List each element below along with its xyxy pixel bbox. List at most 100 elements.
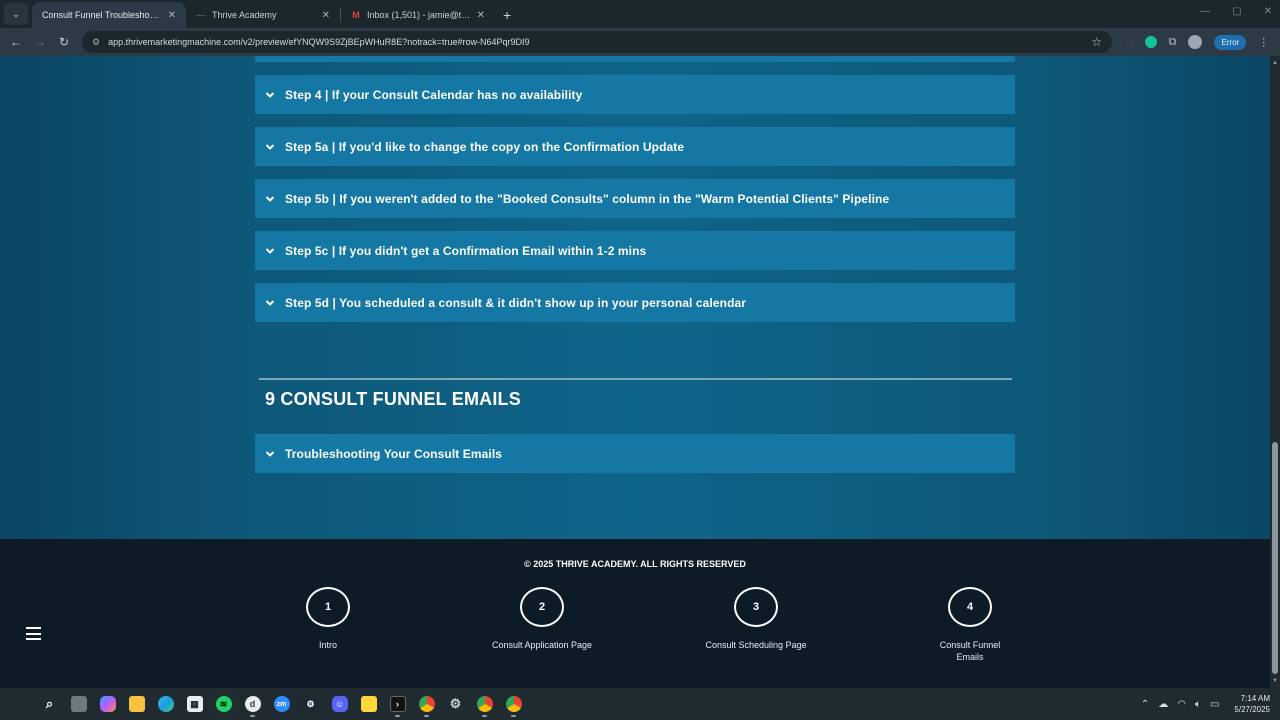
chevron-down-icon bbox=[265, 246, 275, 256]
dash-icon: — bbox=[196, 10, 206, 20]
task-view-button[interactable] bbox=[64, 690, 93, 718]
copilot-button[interactable] bbox=[93, 690, 122, 718]
start-button[interactable] bbox=[6, 690, 35, 718]
browser-toolbar: ← → ↻ ⚙ app.thrivemarketingmachine.com/v… bbox=[0, 28, 1280, 56]
edge-button[interactable] bbox=[151, 690, 180, 718]
step-number-circle[interactable]: 1 bbox=[306, 587, 350, 627]
error-badge[interactable]: Error bbox=[1214, 34, 1247, 50]
reload-icon[interactable]: ↻ bbox=[52, 35, 76, 49]
battery-icon[interactable]: ▭ bbox=[1210, 699, 1219, 710]
back-icon[interactable]: ← bbox=[4, 35, 28, 49]
close-tab-icon[interactable]: ✕ bbox=[322, 10, 330, 21]
site-info-icon[interactable]: ⚙ bbox=[92, 37, 100, 48]
steam-icon: ⚙ bbox=[302, 696, 319, 712]
step-label[interactable]: Consult Application Page bbox=[487, 639, 597, 651]
terminal-button[interactable]: › bbox=[383, 690, 412, 718]
chrome-icon bbox=[505, 696, 522, 712]
bookmark-star-icon[interactable]: ☆ bbox=[1091, 35, 1102, 49]
steam-button[interactable]: ⚙ bbox=[296, 690, 325, 718]
footer-step-2[interactable]: 2 Consult Application Page bbox=[472, 587, 612, 651]
scrollbar-thumb[interactable] bbox=[1272, 442, 1278, 674]
gear-icon: ⚙ bbox=[449, 696, 462, 711]
window-controls: — ▢ ✕ bbox=[1200, 6, 1272, 17]
tab-consult-funnel[interactable]: Consult Funnel Troubleshooting ✕ bbox=[32, 2, 186, 28]
tab-thrive-academy[interactable]: — Thrive Academy ✕ bbox=[186, 2, 340, 28]
page-viewport: Step 4 | If your Consult Calendar has no… bbox=[0, 56, 1280, 688]
toolbar-icons: ◌ ⧉ Error ⋮ bbox=[1126, 34, 1269, 50]
discord-button[interactable]: ☺ bbox=[325, 690, 354, 718]
profile-avatar[interactable] bbox=[1188, 35, 1203, 49]
chrome-profile-2-button[interactable] bbox=[470, 690, 499, 718]
tab-gmail-inbox[interactable]: M Inbox (1,501) - jamie@thrive-a... ✕ bbox=[341, 2, 495, 28]
zoom-button[interactable]: zm bbox=[267, 690, 296, 718]
hamburger-menu-icon[interactable] bbox=[26, 627, 41, 640]
windows-taskbar: ⌕ ▦ ≋ d zm ⚙ ☺ › ⚙ ⌃ ☁ ◠ 🔈︎ ▭ 7:14 AM 5/… bbox=[0, 688, 1280, 720]
gmail-icon: M bbox=[352, 10, 360, 20]
sticky-notes-icon bbox=[360, 696, 377, 712]
accordion-step-5b[interactable]: Step 5b | If you weren't added to the "B… bbox=[255, 179, 1015, 218]
new-tab-button[interactable]: + bbox=[495, 7, 519, 28]
tray-overflow-chevron-icon[interactable]: ⌃ bbox=[1141, 699, 1149, 710]
accordion-step-5a[interactable]: Step 5a | If you'd like to change the co… bbox=[255, 127, 1015, 166]
terminal-icon: › bbox=[389, 696, 406, 712]
copilot-icon bbox=[99, 696, 116, 712]
grammarly-extension-icon[interactable] bbox=[1144, 36, 1157, 48]
wifi-icon[interactable]: ◠ bbox=[1177, 699, 1186, 710]
accordion-label: Step 5a | If you'd like to change the co… bbox=[285, 139, 685, 154]
step-label[interactable]: Consult Scheduling Page bbox=[701, 639, 811, 651]
address-bar[interactable]: ⚙ app.thrivemarketingmachine.com/v2/prev… bbox=[82, 31, 1112, 53]
step-label[interactable]: Intro bbox=[273, 639, 383, 651]
step-label[interactable]: Consult Funnel Emails bbox=[930, 639, 1010, 663]
url-text[interactable]: app.thrivemarketingmachine.com/v2/previe… bbox=[108, 37, 1083, 47]
sticky-notes-button[interactable] bbox=[354, 690, 383, 718]
page-content: Step 4 | If your Consult Calendar has no… bbox=[0, 56, 1270, 539]
tab-search-button[interactable]: ⌄ bbox=[4, 3, 28, 25]
maximize-icon[interactable]: ▢ bbox=[1232, 6, 1241, 17]
page-footer: © 2025 THRIVE ACADEMY. ALL RIGHTS RESERV… bbox=[0, 539, 1270, 688]
settings-button[interactable]: ⚙ bbox=[441, 690, 470, 718]
tab-title: Consult Funnel Troubleshooting bbox=[42, 10, 162, 20]
chrome-icon bbox=[418, 696, 435, 712]
store-button[interactable]: ▦ bbox=[180, 690, 209, 718]
copyright-text: © 2025 THRIVE ACADEMY. ALL RIGHTS RESERV… bbox=[524, 559, 746, 569]
folder-icon bbox=[128, 696, 145, 712]
close-window-icon[interactable]: ✕ bbox=[1264, 6, 1272, 17]
search-button[interactable]: ⌕ bbox=[35, 690, 64, 718]
accordion-step-5c[interactable]: Step 5c | If you didn't get a Confirmati… bbox=[255, 231, 1015, 270]
accordion-label: Step 5b | If you weren't added to the "B… bbox=[285, 191, 890, 206]
forward-icon[interactable]: → bbox=[28, 35, 52, 49]
accordion-previous-edge[interactable] bbox=[255, 56, 1015, 62]
scroll-down-arrow-icon[interactable]: ▼ bbox=[1272, 678, 1278, 684]
scroll-up-arrow-icon[interactable]: ▲ bbox=[1272, 60, 1278, 66]
step-number-circle[interactable]: 4 bbox=[948, 587, 992, 627]
clock-time: 7:14 AM bbox=[1240, 694, 1270, 703]
accordion-troubleshooting-emails[interactable]: Troubleshooting Your Consult Emails bbox=[255, 434, 1015, 473]
clock-date: 5/27/2025 bbox=[1234, 705, 1270, 714]
spotify-button[interactable]: ≋ bbox=[209, 690, 238, 718]
app-d-button[interactable]: d bbox=[238, 690, 267, 718]
step-number-circle[interactable]: 2 bbox=[520, 587, 564, 627]
accordion-step-4[interactable]: Step 4 | If your Consult Calendar has no… bbox=[255, 75, 1015, 114]
close-tab-icon[interactable]: ✕ bbox=[168, 10, 176, 21]
chrome-button[interactable] bbox=[412, 690, 441, 718]
step-number-circle[interactable]: 3 bbox=[734, 587, 778, 627]
extensions-puzzle-icon[interactable]: ⧉ bbox=[1169, 36, 1177, 49]
accordion-label: Step 5d | You scheduled a consult & it d… bbox=[285, 295, 747, 310]
more-menu-icon[interactable]: ⋮ bbox=[1258, 36, 1269, 49]
footer-step-3[interactable]: 3 Consult Scheduling Page bbox=[686, 587, 826, 651]
footer-step-1[interactable]: 1 Intro bbox=[258, 587, 398, 651]
tab-title: Thrive Academy bbox=[212, 10, 277, 20]
cloud-icon[interactable]: ☁ bbox=[1158, 699, 1168, 710]
chevron-down-icon bbox=[265, 142, 275, 152]
chevron-down-icon bbox=[265, 90, 275, 100]
file-explorer-button[interactable] bbox=[122, 690, 151, 718]
page-scrollbar[interactable]: ▲ ▼ bbox=[1270, 56, 1280, 688]
footer-step-4[interactable]: 4 Consult Funnel Emails bbox=[900, 587, 1040, 663]
chrome-profile-3-button[interactable] bbox=[499, 690, 528, 718]
minimize-icon[interactable]: — bbox=[1200, 6, 1210, 17]
volume-icon[interactable]: 🔈︎ bbox=[1195, 699, 1201, 710]
chrome-icon bbox=[476, 696, 493, 712]
accordion-step-5d[interactable]: Step 5d | You scheduled a consult & it d… bbox=[255, 283, 1015, 322]
clock[interactable]: 7:14 AM 5/27/2025 bbox=[1234, 693, 1270, 715]
close-tab-icon[interactable]: ✕ bbox=[477, 10, 485, 21]
